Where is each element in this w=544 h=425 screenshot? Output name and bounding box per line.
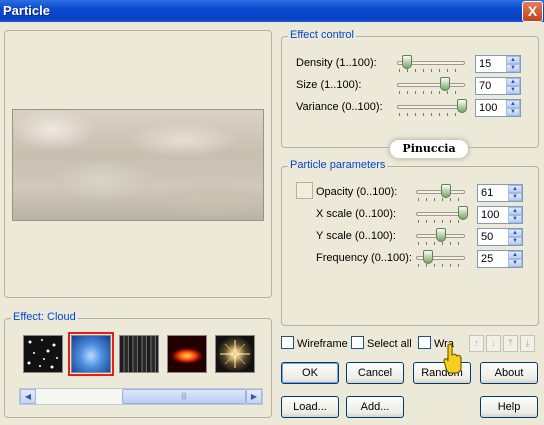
frequency-up-arrow-icon[interactable]: ▲	[508, 251, 522, 259]
wrap-checkbox-box[interactable]	[418, 336, 431, 349]
y-scale-row: Y scale (0..100): 50 ▲ ▼	[282, 226, 538, 248]
x-scale-spinbox[interactable]: 100 ▲ ▼	[477, 206, 523, 224]
frequency-slider-thumb[interactable]	[423, 250, 434, 264]
x-scale-row: X scale (0..100): 100 ▲ ▼	[282, 204, 538, 226]
x-scale-slider-thumb[interactable]	[457, 206, 468, 220]
add-button[interactable]: Add...	[346, 396, 404, 418]
flare-icon	[220, 340, 250, 368]
effect-thumb-smoke[interactable]	[119, 335, 159, 373]
frequency-label: Frequency (0..100):	[316, 252, 412, 264]
window-title: Particle	[3, 3, 50, 18]
density-up-arrow-icon[interactable]: ▲	[506, 56, 520, 64]
x-scale-up-arrow-icon[interactable]: ▲	[508, 207, 522, 215]
size-slider-thumb[interactable]	[439, 77, 450, 91]
density-spinbox[interactable]: 15 ▲ ▼	[475, 55, 521, 73]
x-scale-value[interactable]: 100	[481, 209, 499, 221]
effect-thumb-cloud[interactable]	[68, 332, 114, 376]
y-scale-slider-thumb[interactable]	[435, 228, 446, 242]
opacity-up-arrow-icon[interactable]: ▲	[508, 185, 522, 193]
cancel-button[interactable]: Cancel	[346, 362, 404, 384]
move-top-icon[interactable]: ⤒	[503, 335, 518, 352]
size-value[interactable]: 70	[479, 80, 491, 92]
opacity-slider[interactable]	[416, 182, 465, 204]
density-slider[interactable]	[397, 53, 465, 75]
title-bar: Particle X	[0, 0, 544, 22]
wireframe-checkbox-box[interactable]	[281, 336, 294, 349]
y-scale-label: Y scale (0..100):	[316, 230, 396, 242]
variance-label: Variance (0..100):	[296, 101, 383, 113]
y-scale-spinbox[interactable]: 50 ▲ ▼	[477, 228, 523, 246]
variance-value[interactable]: 100	[479, 102, 497, 114]
scroll-left-icon[interactable]: ◀	[20, 389, 36, 404]
preview-panel	[4, 30, 272, 298]
opacity-row: Opacity (0..100): 61 ▲ ▼	[282, 182, 538, 204]
hand-cursor-icon	[443, 343, 462, 374]
y-scale-down-arrow-icon[interactable]: ▼	[508, 237, 522, 245]
move-bottom-icon[interactable]: ⤓	[520, 335, 535, 352]
variance-up-arrow-icon[interactable]: ▲	[506, 100, 520, 108]
frequency-spinbox[interactable]: 25 ▲ ▼	[477, 250, 523, 268]
size-row: Size (1..100): 70 ▲ ▼	[282, 75, 538, 97]
wireframe-checkbox[interactable]: Wireframe	[281, 336, 348, 350]
particle-parameters-group: Particle parameters Opacity (0..100): 61…	[281, 159, 539, 326]
select-all-checkbox[interactable]: Select all	[351, 336, 412, 350]
stars-icon	[27, 339, 58, 369]
frequency-slider[interactable]	[416, 248, 465, 270]
effect-control-legend: Effect control	[288, 29, 356, 41]
particle-parameters-legend: Particle parameters	[288, 159, 388, 171]
variance-slider[interactable]	[397, 97, 468, 119]
effect-scrollbar[interactable]: ◀ ||| ▶	[19, 388, 263, 405]
effect-thumb-stars[interactable]	[23, 335, 63, 373]
watermark-logo: Pinuccia	[390, 140, 468, 158]
about-button[interactable]: About	[480, 362, 538, 384]
frequency-down-arrow-icon[interactable]: ▼	[508, 259, 522, 267]
variance-down-arrow-icon[interactable]: ▼	[506, 108, 520, 116]
effect-thumb-fire[interactable]	[167, 335, 207, 373]
frequency-row: Frequency (0..100): 25 ▲ ▼	[282, 248, 538, 270]
preview-image	[12, 109, 264, 221]
move-up-icon[interactable]: ↑	[469, 335, 484, 352]
density-down-arrow-icon[interactable]: ▼	[506, 64, 520, 72]
variance-spinbox[interactable]: 100 ▲ ▼	[475, 99, 521, 117]
effect-thumb-flare[interactable]	[215, 335, 255, 373]
opacity-spinbox[interactable]: 61 ▲ ▼	[477, 184, 523, 202]
variance-row: Variance (0..100): 100 ▲ ▼	[282, 97, 538, 119]
y-scale-value[interactable]: 50	[481, 231, 493, 243]
effect-legend: Effect: Cloud	[11, 311, 78, 323]
opacity-down-arrow-icon[interactable]: ▼	[508, 193, 522, 201]
y-scale-up-arrow-icon[interactable]: ▲	[508, 229, 522, 237]
move-down-icon[interactable]: ↓	[486, 335, 501, 352]
opacity-label: Opacity (0..100):	[316, 186, 398, 198]
size-up-arrow-icon[interactable]: ▲	[506, 78, 520, 86]
size-spinbox[interactable]: 70 ▲ ▼	[475, 77, 521, 95]
select-all-checkbox-box[interactable]	[351, 336, 364, 349]
x-scale-down-arrow-icon[interactable]: ▼	[508, 215, 522, 223]
density-row: Density (1..100): 15 ▲ ▼	[282, 53, 538, 75]
load-button[interactable]: Load...	[281, 396, 339, 418]
size-down-arrow-icon[interactable]: ▼	[506, 86, 520, 94]
y-scale-slider[interactable]	[416, 226, 465, 248]
help-button[interactable]: Help	[480, 396, 538, 418]
close-button[interactable]: X	[522, 1, 543, 22]
variance-slider-thumb[interactable]	[457, 99, 468, 113]
density-slider-thumb[interactable]	[402, 55, 413, 69]
opacity-slider-thumb[interactable]	[440, 184, 451, 198]
wireframe-label[interactable]: Wireframe	[297, 338, 348, 350]
select-all-label[interactable]: Select all	[367, 338, 412, 350]
density-value[interactable]: 15	[479, 58, 491, 70]
effect-control-group: Effect control Density (1..100): 15 ▲ ▼ S…	[281, 29, 539, 148]
frequency-value[interactable]: 25	[481, 253, 493, 265]
ok-button[interactable]: OK	[281, 362, 339, 384]
density-label: Density (1..100):	[296, 57, 377, 69]
scrollbar-thumb[interactable]: |||	[122, 389, 246, 404]
scroll-right-icon[interactable]: ▶	[246, 389, 262, 404]
size-label: Size (1..100):	[296, 79, 362, 91]
size-slider[interactable]	[397, 75, 465, 97]
x-scale-slider[interactable]	[416, 204, 468, 226]
effect-group: Effect: Cloud ◀ ||| ▶	[4, 311, 272, 418]
x-scale-label: X scale (0..100):	[316, 208, 397, 220]
opacity-value[interactable]: 61	[481, 187, 493, 199]
